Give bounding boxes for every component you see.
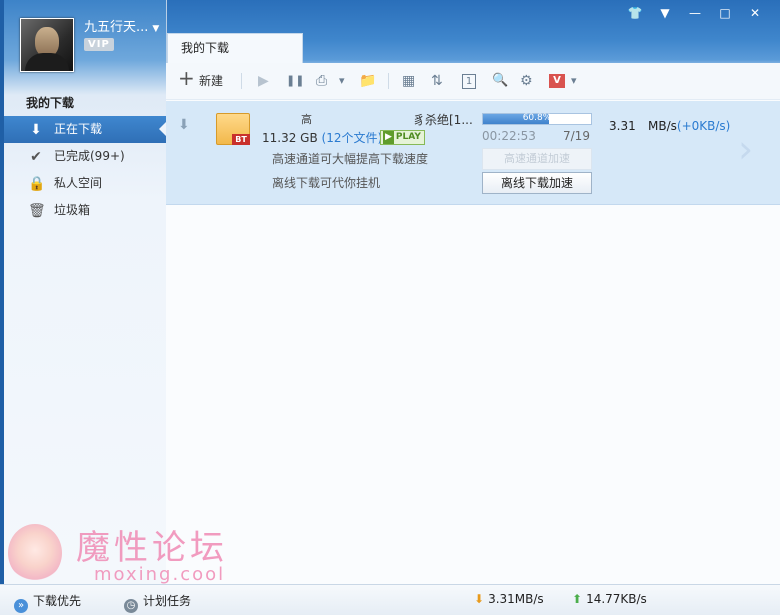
sidebar-item-trash[interactable]: 🗑 垃圾箱 [4,197,166,224]
toolbar: + 新建 ▶ ❚❚ ⎙ ▾ 📁 ▦ ⇅ 1 🔍 ⚙ V ▾ [166,63,780,100]
close-icon[interactable]: ✕ [740,4,770,22]
download-speed: ⬇ 3.31MB/s [474,592,544,606]
sidebar-item-label: 正在下载 [54,122,103,136]
plus-icon[interactable]: + [178,68,195,88]
grid-view-icon[interactable]: ▦ [402,72,415,90]
task-name: 豸杀绝[1... [413,113,473,127]
pause-icon[interactable]: ❚❚ [286,72,304,90]
download-first-label: 下载优先 [33,594,82,608]
upload-speed-value: 14.77KB/s [586,592,647,606]
play-button[interactable]: ▶ PLAY [380,130,425,145]
chevron-down-icon[interactable]: ▾ [339,72,345,90]
avatar[interactable] [20,18,74,72]
skin-icon[interactable]: 👕 [620,4,650,22]
upload-speed: ⬆ 14.77KB/s [572,592,647,606]
offline-hint: 离线下载可代你挂机 [272,176,381,190]
chevrons-down-icon: » [14,599,28,613]
arrow-down-icon: ⬇ [178,117,190,133]
clock-icon: ◷ [124,599,138,613]
task-files-link[interactable]: (12个文件) [322,131,383,145]
bt-label: BT [232,134,250,145]
avatar-body [25,53,69,71]
lock-icon: 🔒 [28,176,46,192]
user-name[interactable]: 九五行天... ▼ [84,16,159,35]
sidebar-title: 我的下载 [26,96,75,110]
scheduled-tasks-button[interactable]: ◷ 计划任务 [124,592,191,613]
download-icon: ⬇ [30,122,42,138]
gear-icon[interactable]: ⚙ [520,72,533,90]
sidebar-item-label: 垃圾箱 [54,203,91,217]
menu-icon[interactable]: ▼ [650,4,680,22]
task-size-value: 11.32 GB [262,131,318,145]
play-icon: ▶ [383,131,394,144]
speed-delta: (+0KB/s) [676,119,731,133]
sidebar-item-label: 私人空间 [54,176,103,190]
number-icon[interactable]: 1 [462,74,476,89]
highspeed-accelerate-button[interactable]: 高速通道加速 [482,148,592,170]
progress-label: 60.8% [522,113,552,123]
chevron-right-icon[interactable]: › [738,129,753,169]
maximize-icon[interactable]: □ [710,4,740,22]
tab-my-downloads[interactable]: 我的下载 [167,33,303,63]
divider [241,73,242,89]
watermark-url: moxing.cool [94,564,226,585]
sidebar-item-downloading[interactable]: ⬇ 正在下载 [4,116,167,143]
elapsed-time: 00:22:53 [482,129,536,143]
scheduled-label: 计划任务 [143,594,192,608]
download-first-toggle[interactable]: » 下载优先 [14,592,81,613]
vip-badge: VIP [84,38,114,51]
task-row[interactable]: ⬇ BT 高 豸杀绝[1... 11.32 GB (12个文件) ▶ PLAY 高… [166,101,780,205]
task-name-part: 高 [301,113,312,126]
vip-icon[interactable]: V [549,74,565,88]
task-speed-unit: MB/s(+0KB/s) [648,119,730,133]
arrow-up-icon: ⬆ [572,592,583,606]
watermark-girl-image [8,524,62,582]
chevron-down-icon: ▼ [152,24,160,34]
sidebar-item-private[interactable]: 🔒 私人空间 [4,170,166,197]
highspeed-hint: 高速通道可大幅提高下载速度 [272,152,429,166]
sort-icon[interactable]: ⇅ [431,72,443,90]
arrow-down-icon: ⬇ [474,592,485,606]
offline-accelerate-button[interactable]: 离线下载加速 [482,172,592,194]
divider [388,73,389,89]
folder-icon[interactable]: 📁 [359,72,376,90]
progress-bar: 60.8% [482,113,592,125]
plan-icon[interactable]: ⎙ [316,72,327,90]
task-speed: 3.31 [609,119,636,133]
status-bar: » 下载优先 ◷ 计划任务 ⬇ 3.31MB/s ⬆ 14.77KB/s [0,584,780,615]
window-controls: 👕 ▼ — □ ✕ [620,4,770,22]
check-icon: ✔ [30,149,42,165]
speed-unit: MB/s [648,119,677,133]
sidebar-item-completed[interactable]: ✔ 已完成(99+) [4,143,166,170]
task-size: 11.32 GB (12个文件) [262,129,382,146]
minimize-icon[interactable]: — [680,4,710,22]
main-panel: + 新建 ▶ ❚❚ ⎙ ▾ 📁 ▦ ⇅ 1 🔍 ⚙ V ▾ ⬇ BT 高 豸杀绝… [166,63,780,590]
watermark: 魔性论坛 moxing.cool [4,520,304,590]
user-name-text: 九五行天... [84,20,149,35]
trash-icon: 🗑 [28,203,46,219]
download-speed-value: 3.31MB/s [488,592,544,606]
bt-file-icon: BT [216,113,250,145]
play-label: PLAY [395,132,421,142]
start-icon[interactable]: ▶ [258,72,269,90]
chevron-down-icon[interactable]: ▾ [571,72,577,90]
sidebar: 九五行天... ▼ VIP 我的下载 ⬇ 正在下载 ✔ 已完成(99+) 🔒 私人… [4,0,167,590]
sidebar-nav: ⬇ 正在下载 ✔ 已完成(99+) 🔒 私人空间 🗑 垃圾箱 [4,116,167,224]
pieces-count: 7/19 [563,129,590,143]
new-task-button[interactable]: 新建 [199,72,223,90]
watermark-title: 魔性论坛 [76,528,228,568]
sidebar-item-label: 已完成(99+) [54,149,125,163]
search-icon[interactable]: 🔍 [492,72,508,90]
